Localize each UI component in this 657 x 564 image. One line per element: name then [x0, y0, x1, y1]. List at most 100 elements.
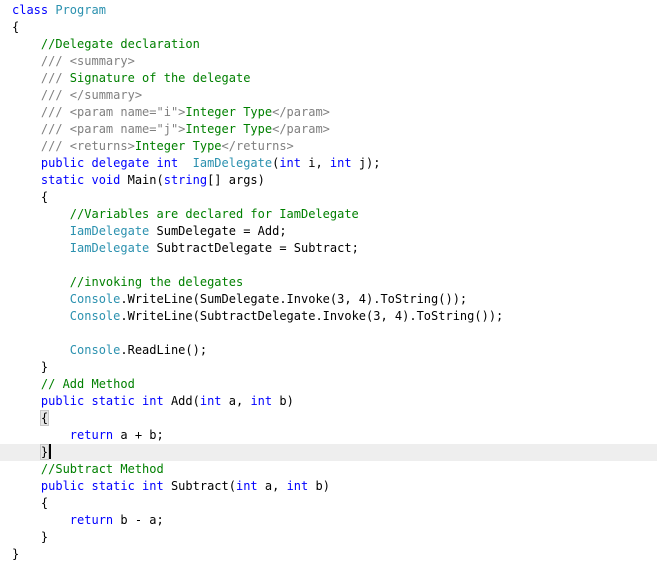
code-line[interactable]: IamDelegate SubtractDelegate = Subtract;: [0, 240, 657, 257]
code-token: static void: [12, 173, 128, 187]
code-line[interactable]: return b - a;: [0, 512, 657, 529]
code-line[interactable]: /// </summary>: [0, 87, 657, 104]
code-token: //Delegate declaration: [12, 37, 200, 51]
code-line[interactable]: {: [0, 495, 657, 512]
code-token: a + b;: [120, 428, 164, 442]
code-line[interactable]: public static int Add(int a, int b): [0, 393, 657, 410]
code-line[interactable]: {: [0, 189, 657, 206]
code-editor[interactable]: class Program{ //Delegate declaration //…: [0, 0, 657, 564]
code-token: int: [199, 394, 222, 408]
code-token: }: [12, 530, 49, 544]
code-token: int: [279, 156, 302, 170]
code-token: b - a;: [120, 513, 164, 527]
code-token: int: [250, 394, 273, 408]
code-line[interactable]: }: [0, 529, 657, 546]
code-token: int: [286, 479, 309, 493]
code-line[interactable]: [0, 257, 657, 274]
code-token: Integer Type: [185, 105, 273, 119]
code-line[interactable]: return a + b;: [0, 427, 657, 444]
code-token: .WriteLine(SumDelegate.Invoke(3, 4).ToSt…: [120, 292, 468, 306]
code-token: .ReadLine();: [120, 343, 208, 357]
code-token: i,: [301, 156, 330, 170]
code-line[interactable]: /// Signature of the delegate: [0, 70, 657, 87]
code-line[interactable]: //Delegate declaration: [0, 36, 657, 53]
code-token: <summary>: [69, 54, 135, 68]
code-line[interactable]: [0, 325, 657, 342]
code-token: Integer Type: [185, 122, 273, 136]
code-token: {: [39, 410, 50, 426]
code-token: {: [12, 20, 20, 34]
code-token: IamDelegate: [185, 156, 273, 170]
code-line[interactable]: {: [0, 19, 657, 36]
code-line[interactable]: public static int Subtract(int a, int b): [0, 478, 657, 495]
code-token: }: [12, 547, 20, 561]
code-token: class: [12, 3, 56, 17]
code-token: <returns>: [69, 139, 135, 153]
code-token: a,: [257, 479, 287, 493]
code-token: </returns>: [221, 139, 294, 153]
code-line[interactable]: //invoking the delegates: [0, 274, 657, 291]
code-line[interactable]: static void Main(string[] args): [0, 172, 657, 189]
code-line[interactable]: public delegate int IamDelegate(int i, i…: [0, 155, 657, 172]
code-token: IamDelegate: [69, 241, 150, 255]
code-line[interactable]: class Program: [0, 2, 657, 19]
code-token: Console: [69, 292, 121, 306]
code-line[interactable]: /// <param name="j">Integer Type</param>: [0, 121, 657, 138]
code-line[interactable]: /// <summary>: [0, 53, 657, 70]
code-token: //Subtract Method: [12, 462, 164, 476]
code-line[interactable]: }: [0, 444, 657, 461]
code-line[interactable]: }: [0, 546, 657, 563]
code-token: ///: [12, 139, 70, 153]
code-token: }: [39, 444, 50, 460]
code-token: b): [308, 479, 330, 493]
code-token: Add(: [170, 394, 200, 408]
text-caret: [49, 444, 52, 459]
code-token: }: [12, 360, 49, 374]
code-token: ///: [12, 88, 70, 102]
code-line[interactable]: /// <param name="i">Integer Type</param>: [0, 104, 657, 121]
code-token: return: [12, 513, 121, 527]
code-token: {: [12, 496, 49, 510]
code-token: .WriteLine(SubtractDelegate.Invoke(3, 4)…: [120, 309, 504, 323]
code-token: a,: [221, 394, 251, 408]
code-token: j);: [351, 156, 381, 170]
code-token: //invoking the delegates: [12, 275, 244, 289]
code-line[interactable]: Console.ReadLine();: [0, 342, 657, 359]
code-token: int: [235, 479, 258, 493]
code-token: </param>: [272, 105, 330, 119]
code-token: ///: [12, 122, 70, 136]
code-line[interactable]: //Variables are declared for IamDelegate: [0, 206, 657, 223]
code-line[interactable]: {: [0, 410, 657, 427]
code-token: Program: [55, 3, 106, 17]
code-token: Integer Type: [134, 139, 222, 153]
code-token: public delegate int: [12, 156, 186, 170]
code-line[interactable]: // Add Method: [0, 376, 657, 393]
code-line[interactable]: IamDelegate SumDelegate = Add;: [0, 223, 657, 240]
code-token: {: [12, 190, 49, 204]
code-token: </summary>: [69, 88, 143, 102]
code-line[interactable]: /// <returns>Integer Type</returns>: [0, 138, 657, 155]
code-token: public static int: [12, 394, 171, 408]
code-token: // Add Method: [12, 377, 135, 391]
code-token: <param name="j">: [69, 122, 186, 136]
code-line[interactable]: }: [0, 359, 657, 376]
code-token: <param name="i">: [69, 105, 186, 119]
code-token: </param>: [272, 122, 330, 136]
code-line[interactable]: //Subtract Method: [0, 461, 657, 478]
code-token: b): [272, 394, 294, 408]
code-token: Subtract(: [170, 479, 236, 493]
code-token: public static int: [12, 479, 171, 493]
code-token: Console: [69, 343, 121, 357]
code-token: //Variables are declared for IamDelegate: [12, 207, 359, 221]
code-line[interactable]: Console.WriteLine(SubtractDelegate.Invok…: [0, 308, 657, 325]
code-token: [] args): [207, 173, 265, 187]
code-token: ///: [12, 105, 70, 119]
code-token: IamDelegate: [69, 224, 150, 238]
code-line[interactable]: Console.WriteLine(SumDelegate.Invoke(3, …: [0, 291, 657, 308]
